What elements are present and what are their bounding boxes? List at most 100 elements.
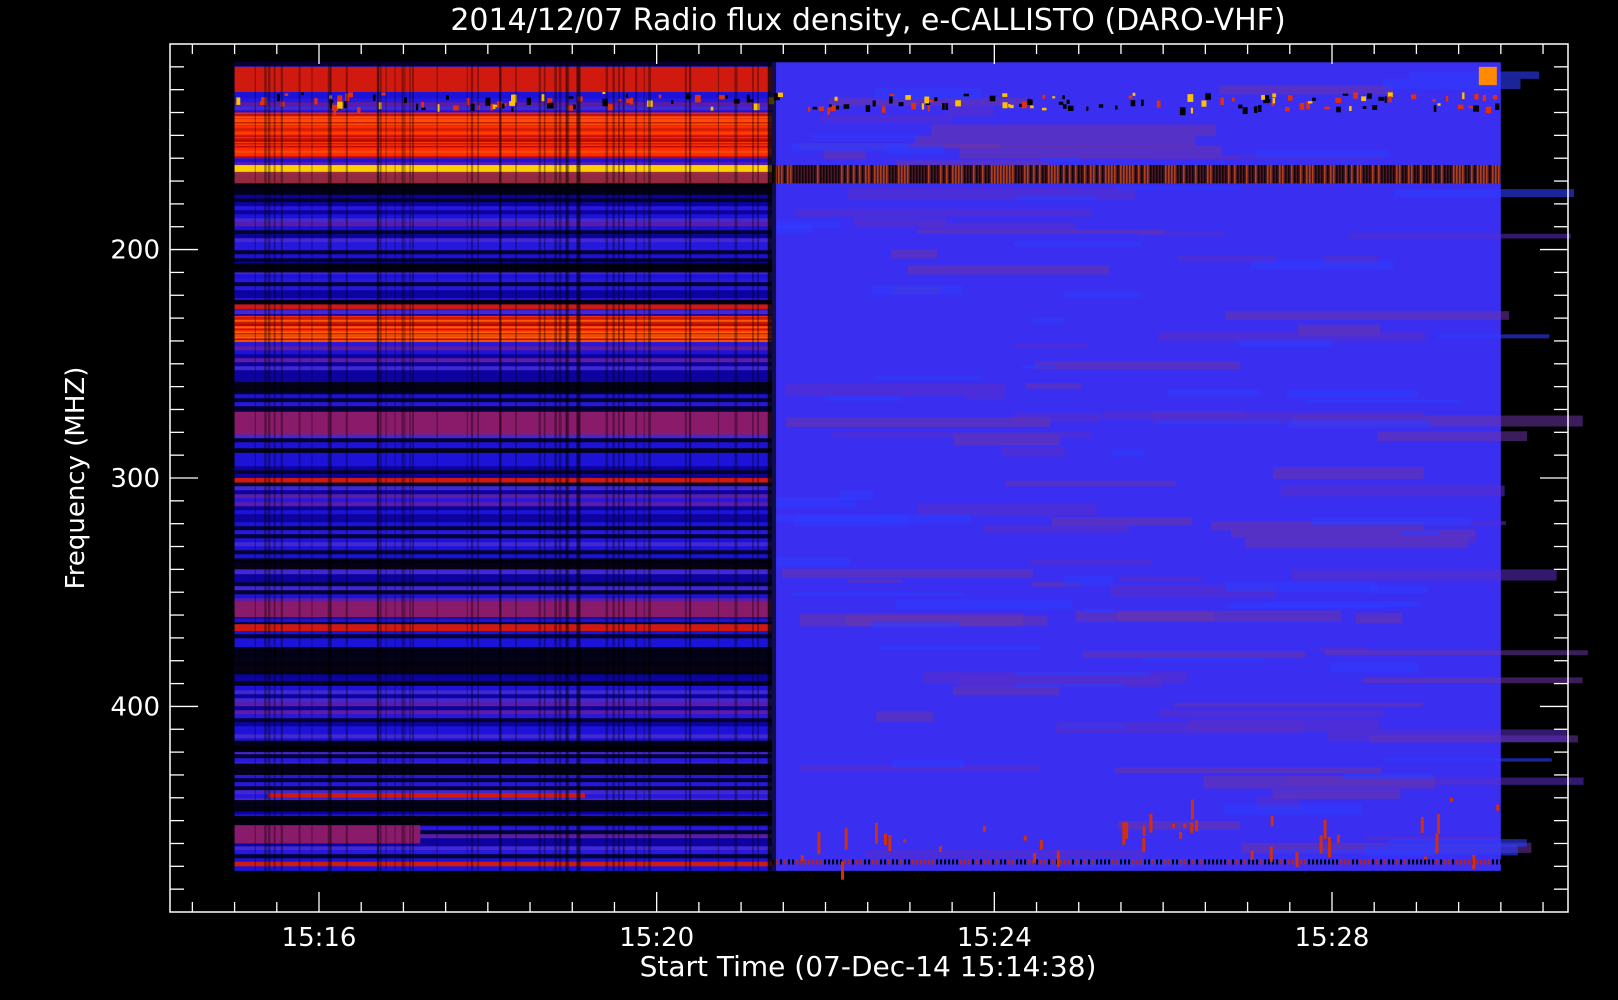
- interference-stripe: [1483, 165, 1485, 184]
- speckle: [1433, 104, 1437, 113]
- emission-band: [234, 165, 773, 172]
- speckle: [1440, 859, 1443, 865]
- spectrum-row: [234, 362, 773, 367]
- interference-stripe: [1084, 165, 1086, 184]
- interference-stripe: [1327, 165, 1329, 184]
- interference-stripe: [1075, 165, 1077, 184]
- interference-stripe: [958, 165, 960, 184]
- interference-stripe: [820, 165, 822, 184]
- speckle: [1308, 101, 1313, 104]
- interference-stripe: [1279, 165, 1281, 184]
- speckle: [1232, 859, 1235, 865]
- speckle: [792, 859, 795, 865]
- interference-stripe: [979, 165, 981, 184]
- interference-stripe: [868, 165, 870, 184]
- speckle: [1252, 859, 1255, 865]
- interference-stripe: [1015, 165, 1017, 184]
- emission-stripe: [234, 132, 773, 135]
- interference-stripe: [1153, 165, 1155, 184]
- speckle: [1002, 93, 1008, 97]
- speckle: [1392, 859, 1395, 865]
- speckle: [1353, 92, 1358, 99]
- spectrum-row: [234, 486, 773, 491]
- noise-patch: [1167, 389, 1260, 397]
- interference-stripe: [1168, 165, 1170, 184]
- speckle: [1372, 859, 1375, 865]
- interference-stripe: [1120, 165, 1122, 184]
- speckle: [944, 859, 947, 865]
- noise-patch: [1225, 311, 1510, 320]
- noise-patch: [1014, 672, 1150, 676]
- speckle: [1036, 859, 1039, 865]
- speckle: [1164, 859, 1167, 865]
- speckle: [1376, 859, 1379, 865]
- interference-stripe: [1132, 165, 1134, 184]
- speckle: [1156, 859, 1159, 865]
- interference-stripe: [970, 165, 972, 184]
- spectrum-row: [234, 294, 773, 299]
- noise-patch: [1154, 420, 1280, 425]
- speckle: [1384, 859, 1387, 865]
- speckle: [888, 859, 891, 865]
- speckle: [872, 100, 876, 107]
- vertical-streak: [558, 62, 562, 871]
- interference-stripe: [928, 165, 930, 184]
- interference-stripe: [1459, 165, 1461, 184]
- vertical-streak: [734, 62, 738, 871]
- emission-stripe: [234, 140, 773, 142]
- interference-stripe: [1045, 165, 1047, 184]
- interference-stripe: [1051, 165, 1053, 184]
- speckle: [1444, 859, 1447, 865]
- vertical-streak: [401, 62, 404, 871]
- emission-stripe: [234, 326, 773, 328]
- speckle: [1448, 859, 1451, 865]
- vertical-streak: [752, 62, 754, 871]
- interference-stripe: [829, 165, 831, 184]
- speckle: [1284, 859, 1287, 865]
- interference-stripe: [949, 165, 951, 184]
- noise-patch: [1082, 651, 1306, 658]
- interference-stripe: [991, 165, 993, 184]
- spectrum-row: [234, 250, 773, 255]
- spectrum-row: [234, 234, 773, 239]
- noise-patch: [1142, 657, 1266, 662]
- vertical-streak: [498, 62, 502, 871]
- spectrum-row: [234, 370, 773, 375]
- speckle: [1462, 92, 1465, 100]
- speckle: [876, 859, 879, 865]
- speckle: [1122, 822, 1126, 845]
- speckle: [984, 859, 987, 865]
- speckle: [1287, 95, 1293, 101]
- spectrum-row: [234, 238, 773, 243]
- noise-patch: [1370, 586, 1428, 593]
- speckle: [1228, 859, 1231, 865]
- speckle: [1474, 93, 1479, 100]
- noise-patch: [1158, 709, 1384, 718]
- spectrum-row: [234, 210, 773, 215]
- interference-stripe: [1135, 165, 1137, 184]
- interference-stripe: [877, 165, 879, 184]
- speckle: [1476, 859, 1479, 865]
- interference-stripe: [859, 165, 861, 184]
- speckle: [1236, 859, 1239, 865]
- interference-stripe: [1351, 165, 1353, 184]
- noise-patch: [1362, 677, 1583, 684]
- spectrum-row: [234, 286, 773, 291]
- spectrum-row: [234, 218, 773, 223]
- speckle: [1142, 826, 1146, 836]
- interference-stripe: [1402, 165, 1404, 184]
- interference-stripe: [1081, 165, 1083, 184]
- interference-stripe: [1069, 165, 1071, 184]
- speckle: [1450, 798, 1454, 802]
- speckle: [501, 103, 505, 109]
- noise-patch: [1119, 576, 1202, 582]
- interference-stripe: [1324, 165, 1326, 184]
- speckle: [602, 92, 606, 95]
- speckle: [1000, 859, 1003, 865]
- speckle: [1269, 846, 1273, 862]
- speckle: [337, 95, 343, 103]
- speckle: [1128, 859, 1131, 865]
- interference-stripe: [1108, 165, 1110, 184]
- speckle: [1244, 859, 1247, 865]
- speckle: [1260, 859, 1263, 865]
